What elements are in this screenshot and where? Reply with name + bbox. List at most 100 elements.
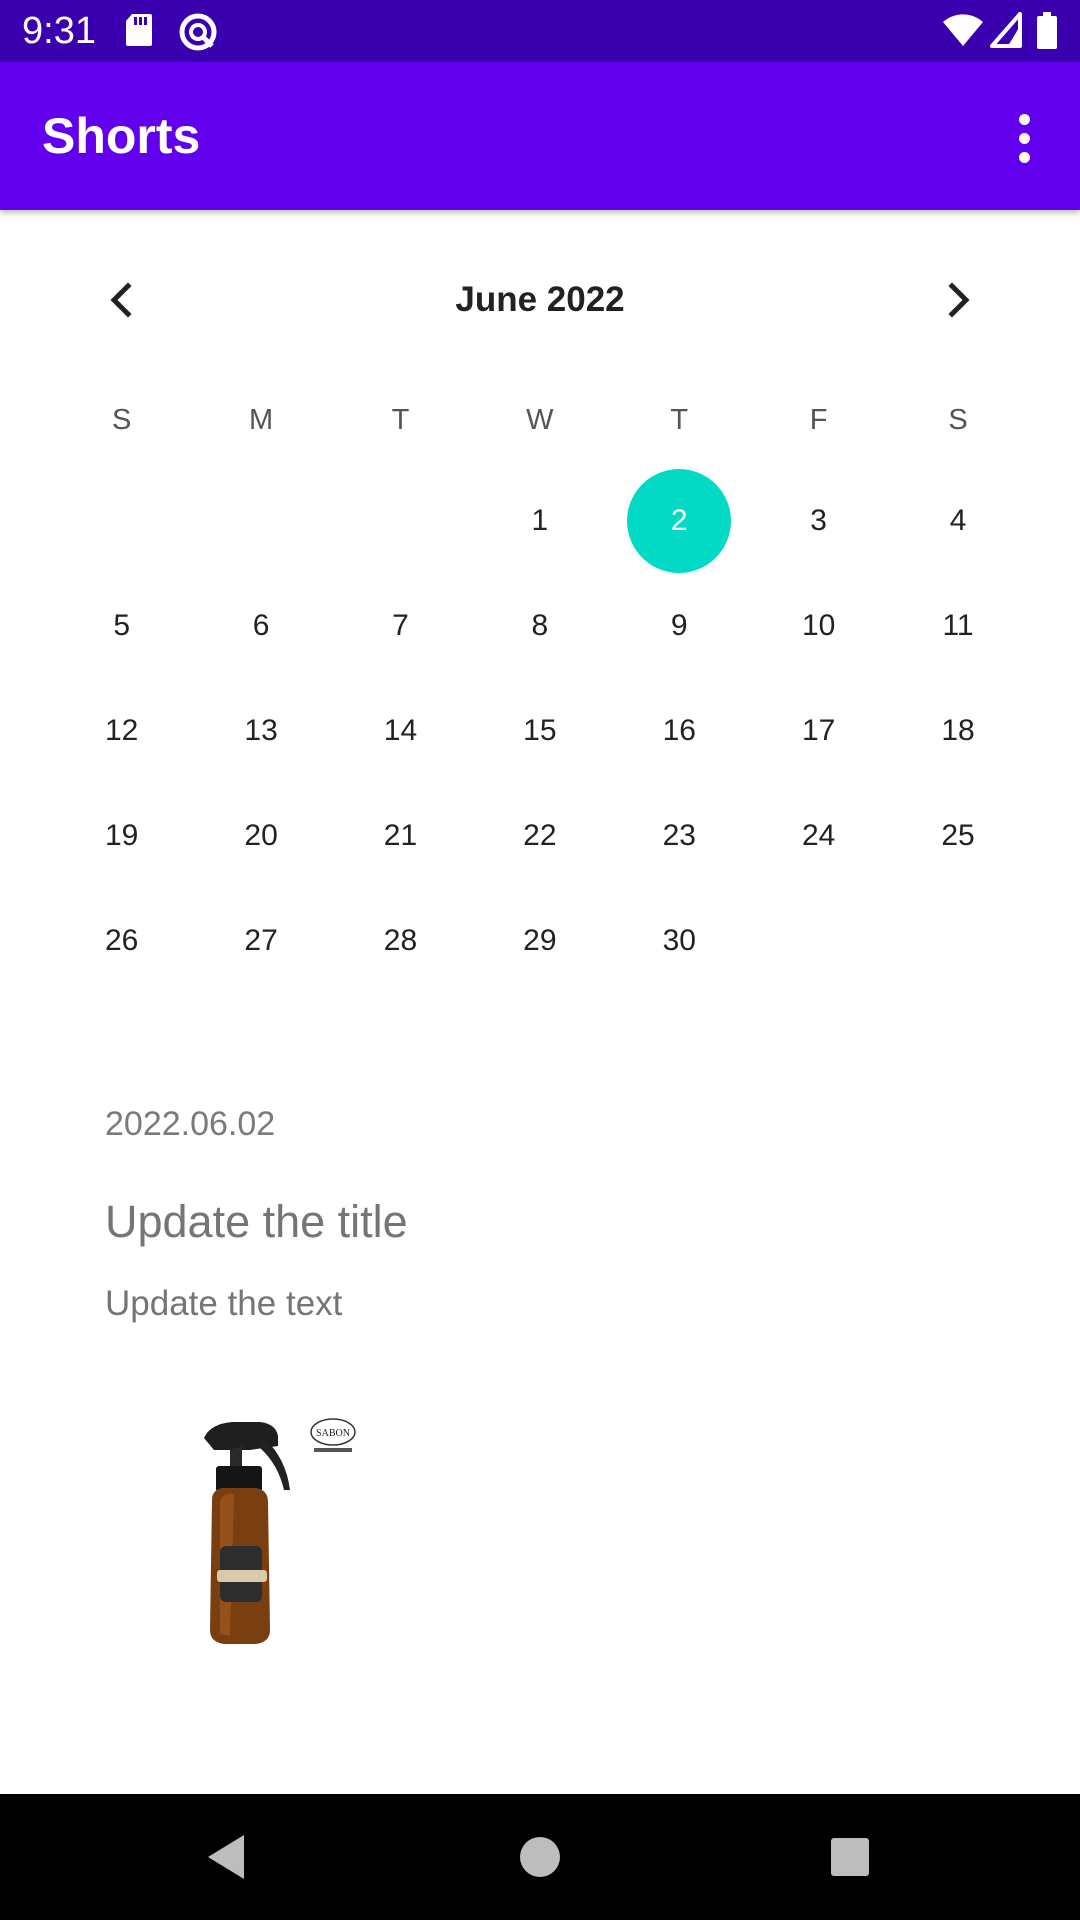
day-number: 3 (810, 503, 827, 537)
calendar-day-empty (888, 888, 1027, 993)
day-number: 25 (941, 818, 975, 852)
day-number: 19 (105, 818, 139, 852)
day-number: 26 (105, 923, 139, 957)
day-number: 18 (941, 713, 975, 747)
day-number: 24 (801, 818, 836, 852)
weekday-label: T (670, 404, 689, 436)
calendar-day[interactable]: 30 (610, 888, 749, 993)
entry-title[interactable]: Update the title (105, 1192, 408, 1252)
spray-bottle-image[interactable]: SABON (190, 1410, 370, 1655)
calendar-day[interactable]: 27 (191, 888, 330, 993)
calendar-day-empty (52, 468, 191, 573)
calendar-day[interactable]: 22 (470, 783, 609, 888)
status-time: 9:31 (22, 10, 96, 52)
day-number: 1 (531, 503, 549, 537)
calendar-day[interactable]: 10 (749, 573, 888, 678)
day-number: 2 (670, 503, 688, 537)
calendar-day[interactable]: 18 (888, 678, 1027, 783)
calendar-day[interactable]: 4 (888, 468, 1027, 573)
calendar-day[interactable]: 25 (888, 783, 1027, 888)
calendar-day[interactable]: 24 (749, 783, 888, 888)
day-number: 22 (523, 818, 557, 852)
entry-date: 2022.06.02 (105, 1105, 276, 1143)
weekday-label: M (249, 404, 274, 436)
day-number: 23 (662, 818, 696, 852)
calendar-day[interactable]: 3 (749, 468, 888, 573)
day-number: 14 (383, 713, 418, 747)
day-number: 16 (662, 713, 696, 747)
sync-icon (179, 13, 217, 51)
calendar-week: 5 6 7 8 9 10 11 (52, 573, 1028, 678)
month-title: June 2022 (455, 280, 625, 319)
calendar-day[interactable]: 23 (610, 783, 749, 888)
status-bar: 9:31 (0, 0, 1080, 62)
day-number: 10 (801, 608, 836, 642)
calendar-day-empty (191, 468, 330, 573)
battery-icon (1037, 12, 1057, 49)
day-number: 8 (531, 608, 549, 642)
calendar-day[interactable]: 29 (470, 888, 609, 993)
chevron-right-icon[interactable] (928, 270, 988, 330)
calendar-day[interactable]: 14 (331, 678, 470, 783)
day-number: 29 (523, 923, 557, 957)
more-vert-icon-dot (1018, 132, 1030, 144)
day-number: 17 (801, 713, 836, 747)
calendar-day[interactable]: 7 (331, 573, 470, 678)
calendar-day-selected[interactable]: 2 (610, 468, 749, 573)
day-number: 28 (383, 923, 418, 957)
calendar-day[interactable]: 11 (888, 573, 1027, 678)
day-number: 4 (949, 503, 967, 537)
day-number: 30 (662, 923, 696, 957)
calendar-day-empty (749, 888, 888, 993)
more-vert-icon-dot (1018, 151, 1030, 163)
calendar-day[interactable]: 17 (749, 678, 888, 783)
calendar-day[interactable]: 21 (331, 783, 470, 888)
calendar-header: June 2022 (0, 270, 1080, 330)
day-number: 15 (523, 713, 557, 747)
day-number: 6 (252, 608, 270, 642)
wifi-icon (943, 14, 983, 46)
calendar-day[interactable]: 19 (52, 783, 191, 888)
sabon-logo: SABON (316, 1428, 350, 1439)
calendar-day[interactable]: 5 (52, 573, 191, 678)
weekday-label: T (391, 404, 410, 436)
weekday-label: W (526, 404, 554, 436)
day-number: 11 (942, 608, 974, 642)
day-number: 9 (670, 608, 688, 642)
calendar-day[interactable]: 12 (52, 678, 191, 783)
calendar-day[interactable]: 28 (331, 888, 470, 993)
calendar-week: 12 13 14 15 16 17 18 (52, 678, 1028, 783)
weekday-row: S M T W T F S (52, 400, 1028, 440)
calendar-day[interactable]: 15 (470, 678, 609, 783)
day-number: 5 (113, 608, 131, 642)
day-number: 27 (244, 923, 278, 957)
calendar-week: 1 2 3 4 (52, 468, 1028, 573)
recents-icon[interactable] (820, 1827, 880, 1887)
cell-signal-icon (990, 12, 1022, 48)
day-number: 20 (244, 818, 278, 852)
calendar-day[interactable]: 20 (191, 783, 330, 888)
more-options-button[interactable] (992, 102, 1056, 174)
weekday-label: F (809, 404, 828, 436)
weekday-label: S (112, 404, 132, 436)
calendar-day[interactable]: 16 (610, 678, 749, 783)
calendar-day-empty (331, 468, 470, 573)
calendar-week: 26 27 28 29 30 (52, 888, 1028, 993)
calendar-day[interactable]: 13 (191, 678, 330, 783)
day-number: 12 (105, 713, 139, 747)
back-icon[interactable] (196, 1827, 256, 1887)
day-number: 13 (244, 713, 278, 747)
calendar-week: 19 20 21 22 23 24 25 (52, 783, 1028, 888)
calendar-day[interactable]: 9 (610, 573, 749, 678)
day-number: 21 (383, 818, 418, 852)
day-number: 7 (392, 608, 409, 642)
system-nav-bar (0, 1794, 1080, 1920)
calendar-day[interactable]: 6 (191, 573, 330, 678)
weekday-label: S (948, 404, 968, 436)
home-icon[interactable] (510, 1827, 570, 1887)
calendar-day[interactable]: 26 (52, 888, 191, 993)
calendar-day[interactable]: 8 (470, 573, 609, 678)
entry-text[interactable]: Update the text (105, 1280, 342, 1328)
calendar-day[interactable]: 1 (470, 468, 609, 573)
sd-card-icon (126, 14, 152, 46)
